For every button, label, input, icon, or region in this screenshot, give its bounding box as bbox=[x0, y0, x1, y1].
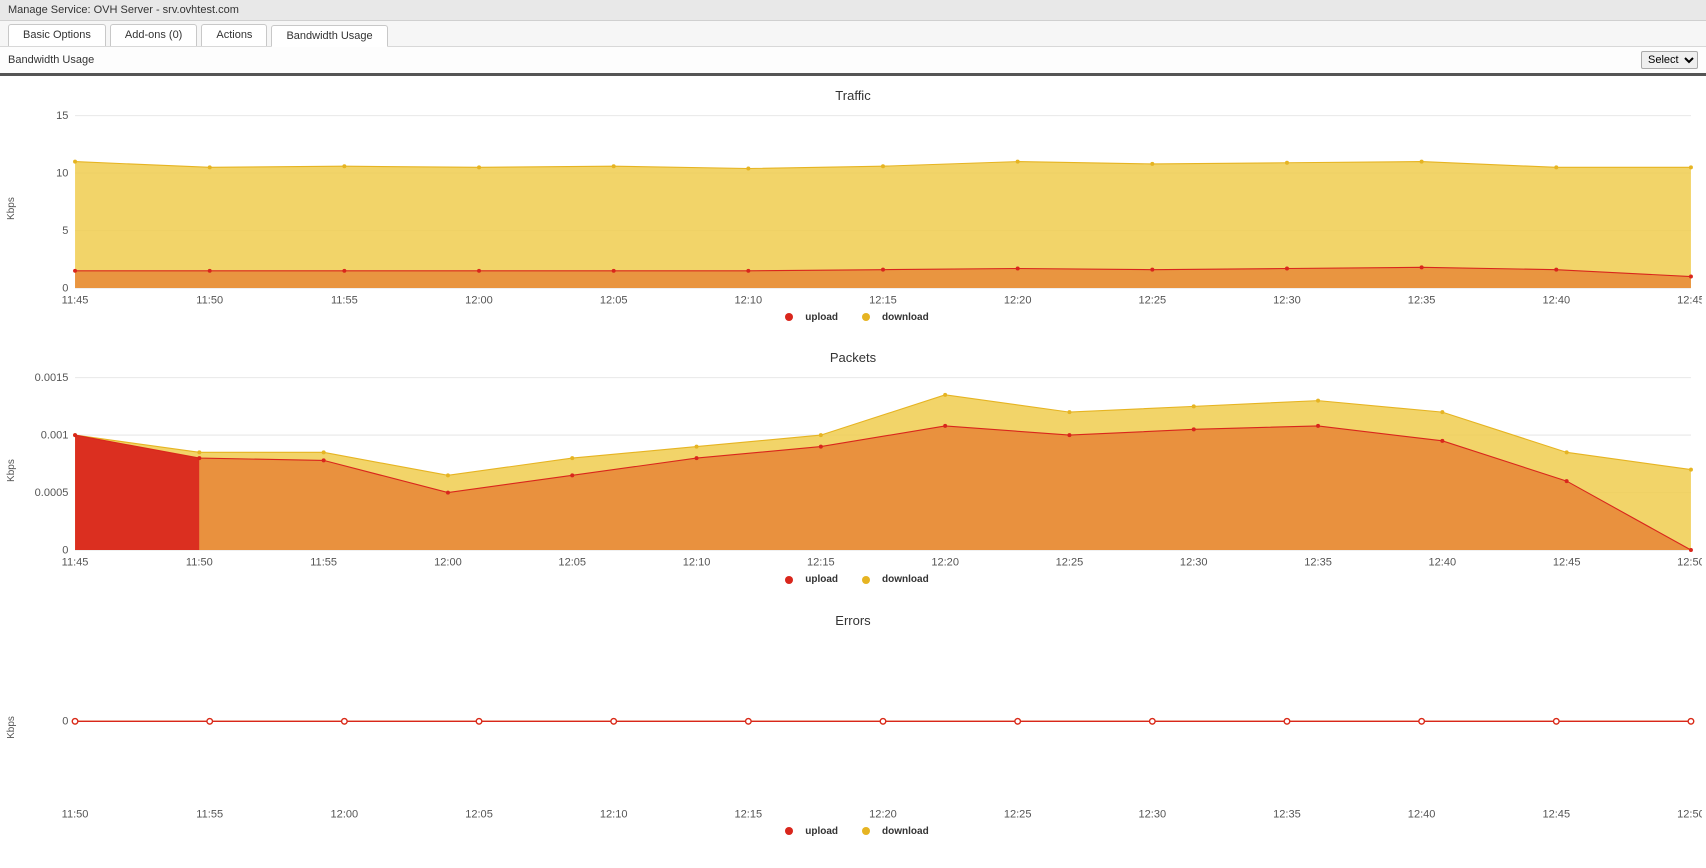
chart-title-traffic: Traffic bbox=[4, 84, 1702, 109]
svg-text:12:30: 12:30 bbox=[1180, 557, 1208, 569]
svg-text:12:30: 12:30 bbox=[1273, 295, 1301, 307]
sub-toolbar: Bandwidth Usage Select bbox=[0, 47, 1706, 76]
legend-download-dot-icon bbox=[862, 313, 870, 321]
svg-text:0: 0 bbox=[62, 282, 68, 294]
svg-text:11:55: 11:55 bbox=[196, 808, 223, 820]
chart-legend-errors: upload download bbox=[4, 822, 1702, 843]
svg-text:12:40: 12:40 bbox=[1429, 557, 1457, 569]
svg-text:12:10: 12:10 bbox=[600, 808, 628, 820]
legend-upload[interactable]: upload bbox=[777, 574, 838, 585]
svg-text:12:50: 12:50 bbox=[1677, 808, 1702, 820]
svg-text:12:20: 12:20 bbox=[931, 557, 959, 569]
svg-text:12:45: 12:45 bbox=[1553, 557, 1581, 569]
chart-plot-errors[interactable]: 0 11:50 11:55 12:00 12:05 12:10 12:15 12:20 12:2… bbox=[22, 634, 1702, 822]
svg-text:12:25: 12:25 bbox=[1004, 808, 1032, 820]
svg-text:12:15: 12:15 bbox=[869, 295, 897, 307]
svg-text:12:30: 12:30 bbox=[1138, 808, 1166, 820]
chart-title-packets: Packets bbox=[4, 346, 1702, 371]
chart-title-errors: Errors bbox=[4, 609, 1702, 634]
chart-traffic: TrafficKbps 0 5 10 15 11:45 11:50 11:55 12:00 12:… bbox=[4, 84, 1702, 328]
chart-legend-packets: upload download bbox=[4, 570, 1702, 591]
svg-text:12:15: 12:15 bbox=[807, 557, 835, 569]
svg-text:5: 5 bbox=[62, 225, 68, 237]
page-title: Manage Service: OVH Server - srv.ovhtest… bbox=[8, 4, 239, 16]
svg-text:12:25: 12:25 bbox=[1138, 295, 1166, 307]
svg-text:11:50: 11:50 bbox=[186, 557, 213, 569]
svg-text:11:55: 11:55 bbox=[310, 557, 337, 569]
svg-text:11:50: 11:50 bbox=[196, 295, 223, 307]
tab-basic-options[interactable]: Basic Options bbox=[8, 24, 106, 46]
svg-text:12:10: 12:10 bbox=[735, 295, 763, 307]
svg-text:12:00: 12:00 bbox=[331, 808, 359, 820]
svg-text:0: 0 bbox=[62, 716, 68, 728]
legend-download-dot-icon bbox=[862, 576, 870, 584]
svg-text:12:05: 12:05 bbox=[558, 557, 586, 569]
svg-text:11:45: 11:45 bbox=[62, 295, 89, 307]
svg-text:11:55: 11:55 bbox=[331, 295, 358, 307]
chart-ylabel-packets: Kbps bbox=[4, 371, 22, 570]
svg-text:12:40: 12:40 bbox=[1408, 808, 1436, 820]
tab-addons[interactable]: Add-ons (0) bbox=[110, 24, 197, 46]
svg-text:12:45: 12:45 bbox=[1677, 295, 1702, 307]
legend-upload[interactable]: upload bbox=[777, 826, 838, 837]
chart-ylabel-traffic: Kbps bbox=[4, 109, 22, 308]
legend-download[interactable]: download bbox=[854, 574, 929, 585]
legend-download[interactable]: download bbox=[854, 312, 929, 323]
legend-download-dot-icon bbox=[862, 827, 870, 835]
svg-text:11:50: 11:50 bbox=[62, 808, 89, 820]
legend-upload-dot-icon bbox=[785, 827, 793, 835]
svg-text:10: 10 bbox=[56, 167, 68, 179]
chart-plot-traffic[interactable]: 0 5 10 15 11:45 11:50 11:55 12:00 12:05 12:10 12:1… bbox=[22, 109, 1702, 308]
chart-packets: PacketsKbps 0 0.0005 0.001 0.0015 11:45 11:50 1… bbox=[4, 346, 1702, 590]
svg-text:12:00: 12:00 bbox=[434, 557, 462, 569]
svg-text:12:15: 12:15 bbox=[735, 808, 763, 820]
svg-text:12:40: 12:40 bbox=[1542, 295, 1570, 307]
range-select[interactable]: Select bbox=[1641, 51, 1698, 69]
chart-ylabel-errors: Kbps bbox=[4, 634, 22, 822]
svg-text:12:35: 12:35 bbox=[1273, 808, 1301, 820]
tab-bandwidth-usage[interactable]: Bandwidth Usage bbox=[271, 25, 387, 47]
svg-text:12:45: 12:45 bbox=[1542, 808, 1570, 820]
svg-text:12:00: 12:00 bbox=[465, 295, 493, 307]
svg-text:0.001: 0.001 bbox=[41, 430, 69, 442]
svg-text:12:35: 12:35 bbox=[1304, 557, 1332, 569]
svg-text:0: 0 bbox=[62, 545, 68, 557]
svg-text:12:20: 12:20 bbox=[1004, 295, 1032, 307]
svg-text:0.0015: 0.0015 bbox=[35, 372, 69, 384]
legend-upload[interactable]: upload bbox=[777, 312, 838, 323]
svg-text:11:45: 11:45 bbox=[62, 557, 89, 569]
legend-upload-dot-icon bbox=[785, 576, 793, 584]
legend-upload-dot-icon bbox=[785, 313, 793, 321]
charts-container: TrafficKbps05101511:4511:5011:5512:0012:… bbox=[0, 76, 1706, 868]
svg-text:12:05: 12:05 bbox=[600, 295, 628, 307]
svg-text:15: 15 bbox=[56, 110, 68, 122]
svg-text:12:25: 12:25 bbox=[1056, 557, 1084, 569]
breadcrumb: Bandwidth Usage bbox=[8, 54, 94, 66]
chart-plot-packets[interactable]: 0 0.0005 0.001 0.0015 11:45 11:50 11:55 12:00 12… bbox=[22, 371, 1702, 570]
svg-text:12:10: 12:10 bbox=[683, 557, 711, 569]
page-header-bar: Manage Service: OVH Server - srv.ovhtest… bbox=[0, 0, 1706, 21]
tab-actions[interactable]: Actions bbox=[201, 24, 267, 46]
svg-text:12:05: 12:05 bbox=[465, 808, 493, 820]
legend-download[interactable]: download bbox=[854, 826, 929, 837]
tabs-row: Basic Options Add-ons (0) Actions Bandwi… bbox=[0, 21, 1706, 47]
svg-text:12:35: 12:35 bbox=[1408, 295, 1436, 307]
chart-legend-traffic: upload download bbox=[4, 308, 1702, 329]
chart-errors: ErrorsKbps 0 11:50 11:55 12:00 12:05 12:10 12:1… bbox=[4, 609, 1702, 842]
svg-text:12:20: 12:20 bbox=[869, 808, 897, 820]
svg-text:12:50: 12:50 bbox=[1677, 557, 1702, 569]
svg-text:0.0005: 0.0005 bbox=[35, 487, 69, 499]
